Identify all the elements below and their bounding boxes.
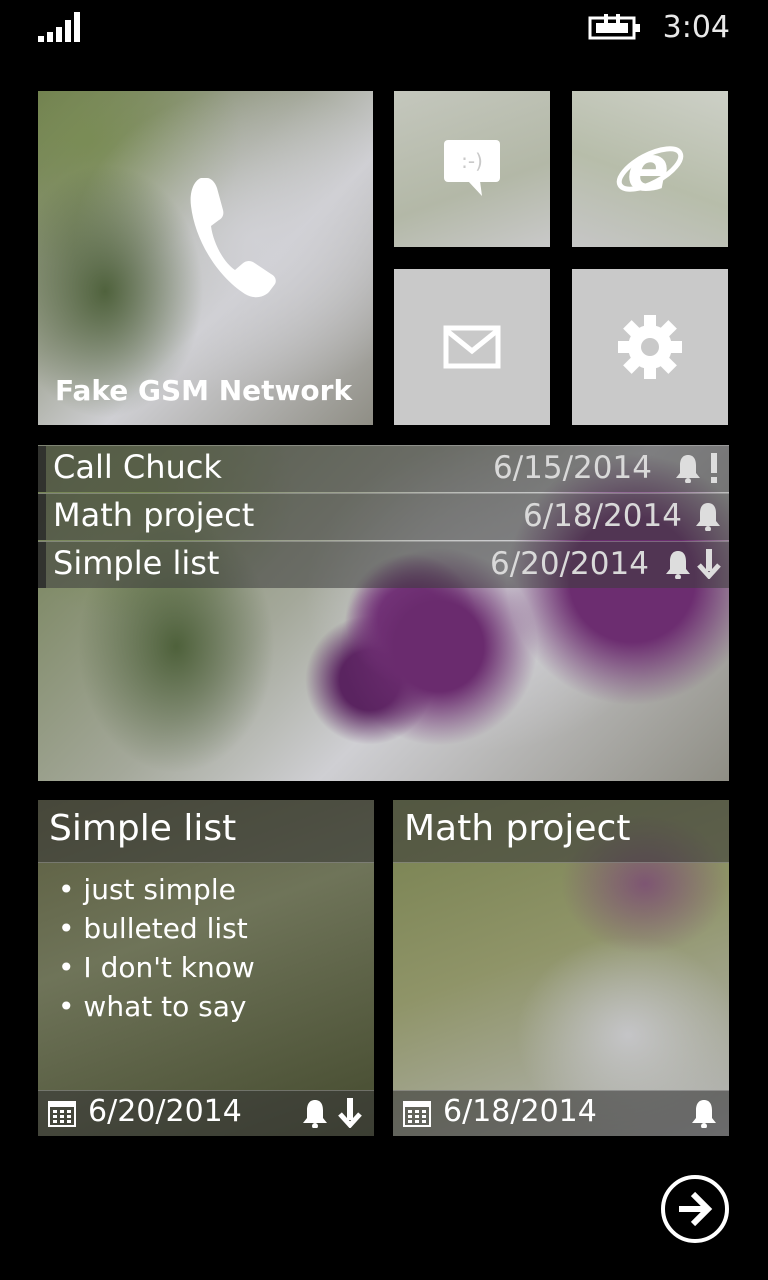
messaging-tile[interactable]: :-) xyxy=(394,91,550,247)
bell-icon xyxy=(666,551,690,579)
list-item: • bulleted list xyxy=(58,912,248,945)
status-bar: 3:04 xyxy=(0,0,768,60)
bell-icon xyxy=(696,503,720,531)
arrow-down-icon xyxy=(697,549,721,579)
note-bullet-list: • just simple • bulleted list • I don't … xyxy=(58,870,255,1026)
task-title: Simple list xyxy=(53,544,220,582)
mail-tile[interactable] xyxy=(394,269,550,425)
note-tile-math-project[interactable]: Math project 6/18/2014 xyxy=(393,800,729,1136)
task-date: 6/20/2014 xyxy=(490,546,649,582)
task-title: Math project xyxy=(53,496,255,534)
internet-explorer-icon: e xyxy=(616,136,684,202)
svg-text:e: e xyxy=(627,136,669,202)
phone-tile[interactable]: Fake GSM Network xyxy=(38,91,373,425)
phone-icon xyxy=(190,177,277,297)
note-title: Simple list xyxy=(49,808,237,849)
note-title: Math project xyxy=(404,808,631,849)
exclamation-icon xyxy=(711,453,717,483)
arrow-down-icon xyxy=(338,1098,362,1128)
task-row[interactable]: Simple list 6/20/2014 xyxy=(38,541,729,588)
task-date: 6/18/2014 xyxy=(523,498,682,534)
note-tile-simple-list[interactable]: Simple list • just simple • bulleted lis… xyxy=(38,800,374,1136)
battery-charging-icon xyxy=(588,14,640,40)
list-item: • what to say xyxy=(58,990,247,1023)
task-row[interactable]: Math project 6/18/2014 xyxy=(38,493,729,540)
tasks-tile[interactable]: Call Chuck 6/15/2014 Math project 6/18/2… xyxy=(38,445,729,781)
phone-tile-label: Fake GSM Network xyxy=(55,374,353,407)
note-date: 6/20/2014 xyxy=(88,1094,242,1129)
settings-tile[interactable] xyxy=(572,269,728,425)
list-item: • I don't know xyxy=(58,951,255,984)
clock: 3:04 xyxy=(662,10,730,45)
calendar-icon xyxy=(403,1101,431,1127)
note-date: 6/18/2014 xyxy=(443,1094,597,1129)
bell-icon xyxy=(303,1100,327,1128)
bell-icon xyxy=(676,455,700,483)
mail-icon xyxy=(443,325,501,369)
calendar-icon xyxy=(48,1101,76,1127)
task-title: Call Chuck xyxy=(53,448,222,486)
signal-bars-icon xyxy=(38,12,80,42)
internet-explorer-tile[interactable]: e xyxy=(572,91,728,247)
next-button[interactable] xyxy=(661,1175,729,1243)
task-date: 6/15/2014 xyxy=(493,450,652,486)
messaging-icon: :-) xyxy=(444,140,500,196)
list-item: • just simple xyxy=(58,873,236,906)
bell-icon xyxy=(692,1100,716,1128)
svg-text::-): :-) xyxy=(461,149,483,173)
gear-icon xyxy=(618,315,682,379)
arrow-right-icon xyxy=(679,1191,713,1227)
task-row[interactable]: Call Chuck 6/15/2014 xyxy=(38,445,729,492)
